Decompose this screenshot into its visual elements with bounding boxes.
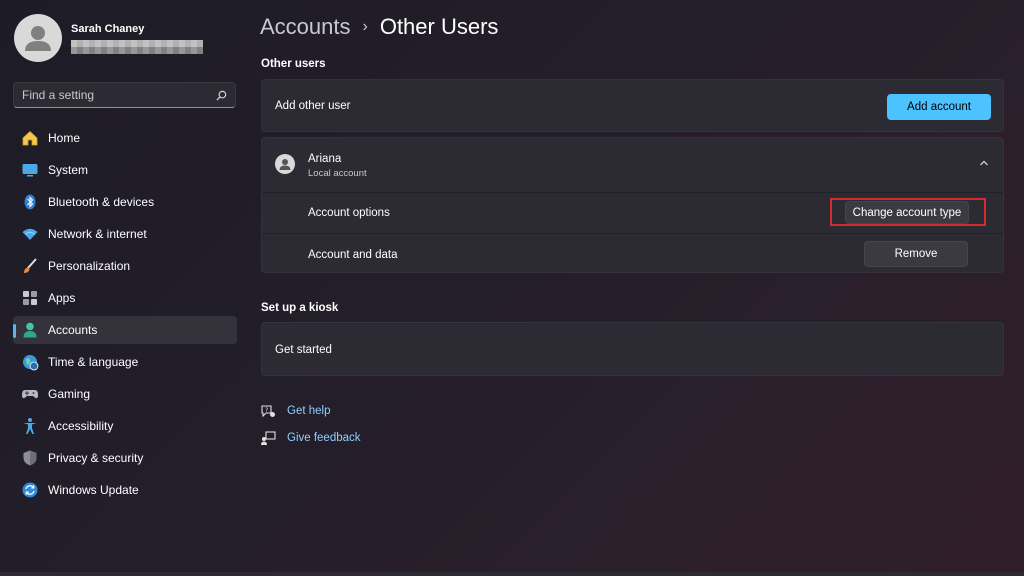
give-feedback-label: Give feedback — [287, 432, 361, 444]
section-title-kiosk: Set up a kiosk — [261, 302, 339, 314]
sidebar-item-accounts[interactable]: Accounts — [13, 316, 237, 344]
shield-icon — [21, 449, 39, 467]
sidebar-item-network[interactable]: Network & internet — [13, 220, 237, 248]
add-account-button[interactable]: Add account — [887, 94, 991, 120]
sidebar-item-system[interactable]: System — [13, 156, 237, 184]
accounts-icon — [21, 321, 39, 339]
sidebar-item-label: Personalization — [48, 259, 131, 273]
user-card-ariana: Ariana Local account Account options Cha… — [261, 137, 1004, 273]
svg-text:?: ? — [265, 407, 268, 414]
search-input[interactable] — [22, 88, 216, 102]
get-help-label: Get help — [287, 405, 331, 417]
chevron-right-icon: › — [362, 18, 368, 35]
apps-icon — [21, 289, 39, 307]
sidebar-item-label: Accounts — [48, 323, 98, 337]
sidebar-item-windows-update[interactable]: Windows Update — [13, 476, 237, 504]
page-title: Other Users — [379, 14, 499, 39]
sidebar-item-label: Windows Update — [48, 483, 139, 497]
sidebar-item-personalization[interactable]: Personalization — [13, 252, 237, 280]
bluetooth-icon — [21, 193, 39, 211]
home-icon — [21, 129, 39, 147]
person-icon — [25, 26, 51, 51]
account-options-label: Account options — [308, 207, 390, 219]
sidebar-item-gaming[interactable]: Gaming — [13, 380, 237, 408]
avatar — [14, 14, 62, 62]
feedback-icon — [260, 430, 276, 446]
person-icon — [279, 159, 291, 170]
remove-button[interactable]: Remove — [864, 241, 968, 267]
sidebar-item-privacy-security[interactable]: Privacy & security — [13, 444, 237, 472]
sidebar-item-time-language[interactable]: Time & language — [13, 348, 237, 376]
add-other-user-label: Add other user — [275, 100, 351, 112]
account-and-data-label: Account and data — [308, 249, 398, 261]
system-icon — [21, 161, 39, 179]
sidebar: Sarah Chaney Home System Bluetoot — [0, 0, 248, 576]
user-account-type: Local account — [308, 168, 367, 179]
change-account-type-button[interactable]: Change account type — [845, 201, 969, 224]
gamepad-icon — [21, 385, 39, 403]
sidebar-item-apps[interactable]: Apps — [13, 284, 237, 312]
breadcrumb-parent-accounts[interactable]: Accounts — [260, 14, 351, 40]
sidebar-nav: Home System Bluetooth & devices Network … — [13, 124, 237, 508]
user-avatar — [275, 154, 295, 174]
search-icon[interactable] — [216, 90, 227, 101]
profile-email-redacted — [71, 39, 203, 54]
help-icon: ? — [260, 403, 276, 419]
section-title-other-users: Other users — [261, 58, 326, 70]
sidebar-item-bluetooth[interactable]: Bluetooth & devices — [13, 188, 237, 216]
kiosk-card[interactable]: Get started — [261, 322, 1004, 376]
chevron-up-icon[interactable] — [979, 158, 989, 168]
divider — [262, 233, 1003, 234]
sidebar-item-accessibility[interactable]: Accessibility — [13, 412, 237, 440]
sidebar-item-label: Gaming — [48, 387, 91, 401]
profile-name: Sarah Chaney — [71, 22, 145, 35]
taskbar-edge — [0, 572, 1024, 576]
sidebar-item-label: Privacy & security — [48, 451, 144, 465]
sidebar-item-label: Time & language — [48, 355, 139, 369]
user-profile[interactable]: Sarah Chaney — [14, 14, 203, 62]
sidebar-item-label: Bluetooth & devices — [48, 195, 155, 209]
sidebar-item-home[interactable]: Home — [13, 124, 237, 152]
get-started-label: Get started — [275, 344, 332, 356]
sidebar-item-label: Network & internet — [48, 227, 147, 241]
brush-icon — [21, 257, 39, 275]
user-name: Ariana — [308, 153, 342, 165]
sidebar-item-label: System — [48, 163, 89, 177]
breadcrumb: Accounts › Other Users — [260, 14, 498, 40]
search-box[interactable] — [13, 82, 236, 108]
globe-icon — [21, 353, 39, 371]
divider — [262, 192, 1003, 193]
accessibility-icon — [21, 417, 39, 435]
update-icon — [21, 481, 39, 499]
get-help-link[interactable]: ? Get help — [260, 403, 330, 419]
sidebar-item-label: Accessibility — [48, 419, 114, 433]
network-icon — [21, 225, 39, 243]
sidebar-item-label: Home — [48, 131, 81, 145]
user-card-header[interactable]: Ariana Local account — [262, 138, 1003, 191]
sidebar-item-label: Apps — [48, 291, 76, 305]
add-other-user-card: Add other user Add account — [261, 79, 1004, 132]
give-feedback-link[interactable]: Give feedback — [260, 430, 361, 446]
